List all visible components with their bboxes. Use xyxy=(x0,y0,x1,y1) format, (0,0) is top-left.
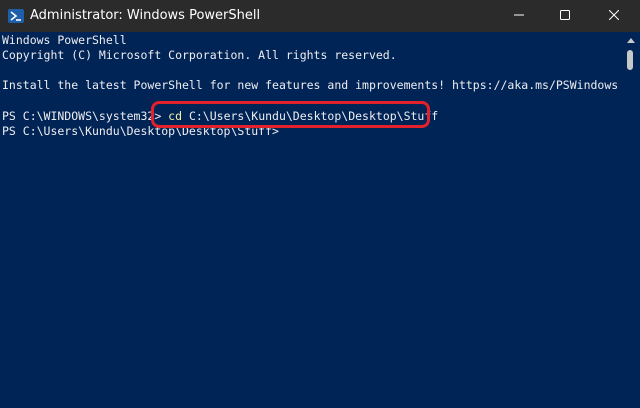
console-line-install-notice: Install the latest PowerShell for new fe… xyxy=(2,78,619,92)
console-line-header: Windows PowerShell xyxy=(2,33,127,47)
scroll-up-arrow-icon[interactable] xyxy=(627,38,635,43)
console-line-copyright: Copyright (C) Microsoft Corporation. All… xyxy=(2,48,397,62)
prompt: PS C:\WINDOWS\system32> xyxy=(2,109,169,123)
console-output[interactable]: Windows PowerShell Copyright (C) Microso… xyxy=(0,32,622,408)
vertical-scrollbar[interactable] xyxy=(622,32,640,408)
command-line: PS C:\WINDOWS\system32> cd C:\Users\Kund… xyxy=(2,109,438,124)
current-prompt: PS C:\Users\Kundu\Desktop\Desktop\Stuff> xyxy=(2,124,279,138)
title-bar[interactable]: Administrator: Windows PowerShell xyxy=(0,0,640,32)
maximize-button[interactable] xyxy=(542,0,588,32)
command-argument: C:\Users\Kundu\Desktop\Desktop\Stuff xyxy=(182,109,439,123)
minimize-button[interactable] xyxy=(496,0,542,32)
window-title: Administrator: Windows PowerShell xyxy=(30,8,261,23)
close-icon xyxy=(608,9,620,24)
maximize-icon xyxy=(560,9,570,24)
minimize-icon xyxy=(514,9,524,24)
command-keyword: cd xyxy=(168,109,183,123)
close-button[interactable] xyxy=(588,0,640,32)
powershell-icon xyxy=(8,8,24,24)
scroll-thumb[interactable] xyxy=(627,50,633,70)
powershell-window: Administrator: Windows PowerShell Window… xyxy=(0,0,640,408)
